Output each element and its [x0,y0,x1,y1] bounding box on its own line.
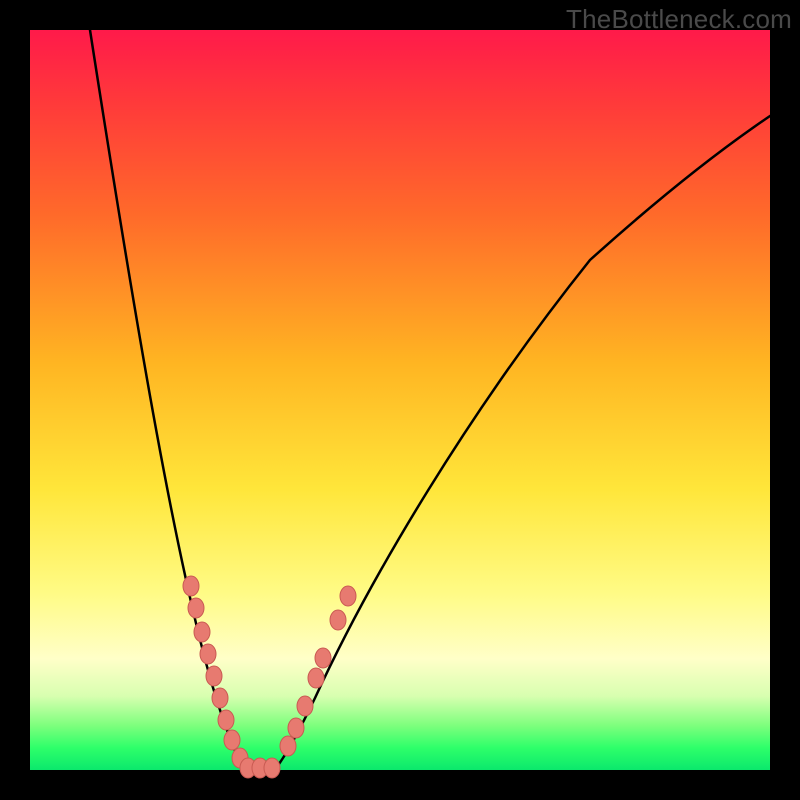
data-marker [340,586,356,606]
chart-frame: TheBottleneck.com [0,0,800,800]
data-marker [297,696,313,716]
watermark-text: TheBottleneck.com [566,4,792,35]
plot-area [30,30,770,770]
right-curve [276,116,770,768]
data-marker [264,758,280,778]
data-marker [315,648,331,668]
data-marker [288,718,304,738]
data-marker [224,730,240,750]
markers-group [183,576,356,778]
data-marker [183,576,199,596]
left-curve [90,30,244,768]
data-marker [308,668,324,688]
data-marker [200,644,216,664]
curve-layer [30,30,770,770]
data-marker [280,736,296,756]
data-marker [218,710,234,730]
data-marker [188,598,204,618]
data-marker [330,610,346,630]
data-marker [194,622,210,642]
data-marker [206,666,222,686]
data-marker [212,688,228,708]
